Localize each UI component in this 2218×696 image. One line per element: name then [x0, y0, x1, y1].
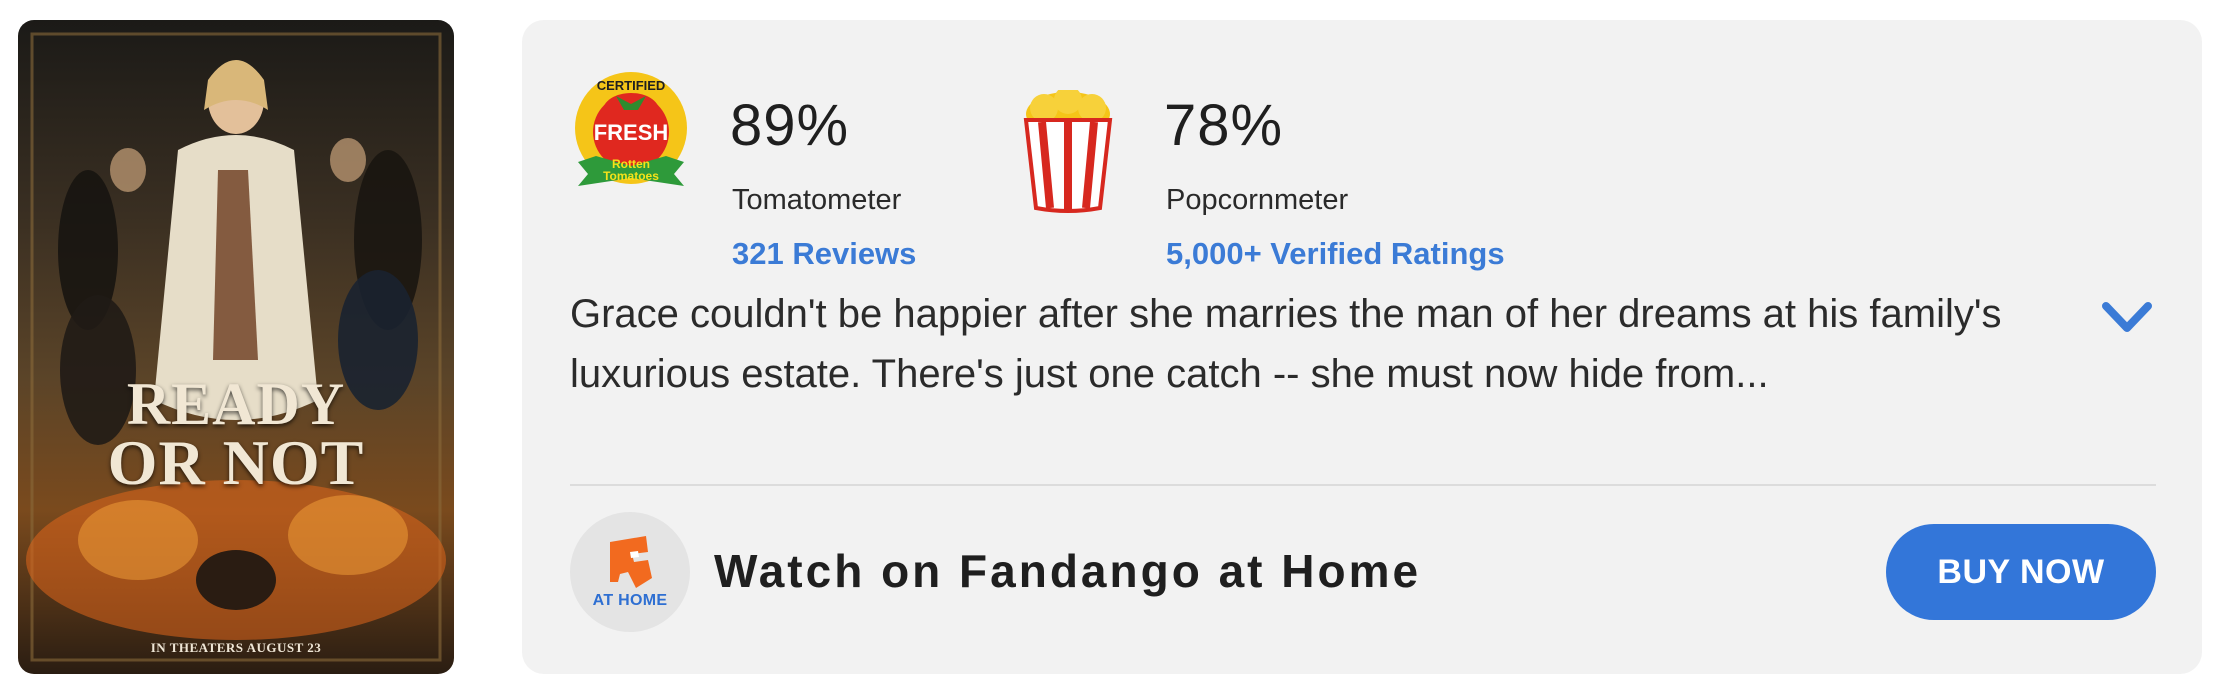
poster-title-line2: OR NOT — [107, 427, 365, 498]
tomatometer-reviews-link[interactable]: 321 Reviews — [732, 236, 916, 272]
section-divider — [570, 484, 2156, 486]
popcorn-icon — [1023, 90, 1113, 213]
popcornmeter-ratings-link[interactable]: 5,000+ Verified Ratings — [1166, 236, 1505, 272]
poster-release-text: IN THEATERS AUGUST 23 — [150, 640, 322, 655]
movie-poster[interactable]: READY OR NOT IN THEATERS AUGUST 23 — [18, 20, 454, 674]
badge-certified-text: CERTIFIED — [597, 78, 666, 93]
chevron-down-icon — [2102, 302, 2152, 332]
watch-on-fandango-label: Watch on Fandango at Home — [714, 545, 1422, 597]
popcornmeter-label: Popcornmeter — [1166, 184, 1349, 216]
movie-info-card: CERTIFIED FRESH Rotten Tomatoes 89% Toma… — [522, 20, 2202, 674]
badge-fresh-text: FRESH — [594, 120, 669, 145]
poster-title: READY OR NOT — [18, 371, 454, 498]
buy-now-button[interactable]: BUY NOW — [1886, 524, 2156, 620]
fandango-at-home-text: AT HOME — [592, 592, 668, 609]
popcornmeter-score: 78% — [1164, 93, 1284, 158]
tomatometer-score: 89% — [730, 93, 850, 158]
badge-tomatoes-text: Tomatoes — [603, 169, 659, 183]
poster-artwork — [26, 32, 446, 662]
fandango-at-home-logo: AT HOME — [570, 512, 690, 632]
poster-title-line1: READY — [126, 371, 346, 437]
fandango-icon — [610, 536, 652, 588]
synopsis-text: Grace couldn't be happier after she marr… — [570, 292, 2002, 396]
expand-synopsis-button[interactable] — [2102, 298, 2152, 338]
tomatometer-label: Tomatometer — [732, 184, 902, 216]
certified-fresh-icon: CERTIFIED FRESH Rotten Tomatoes — [575, 72, 687, 186]
